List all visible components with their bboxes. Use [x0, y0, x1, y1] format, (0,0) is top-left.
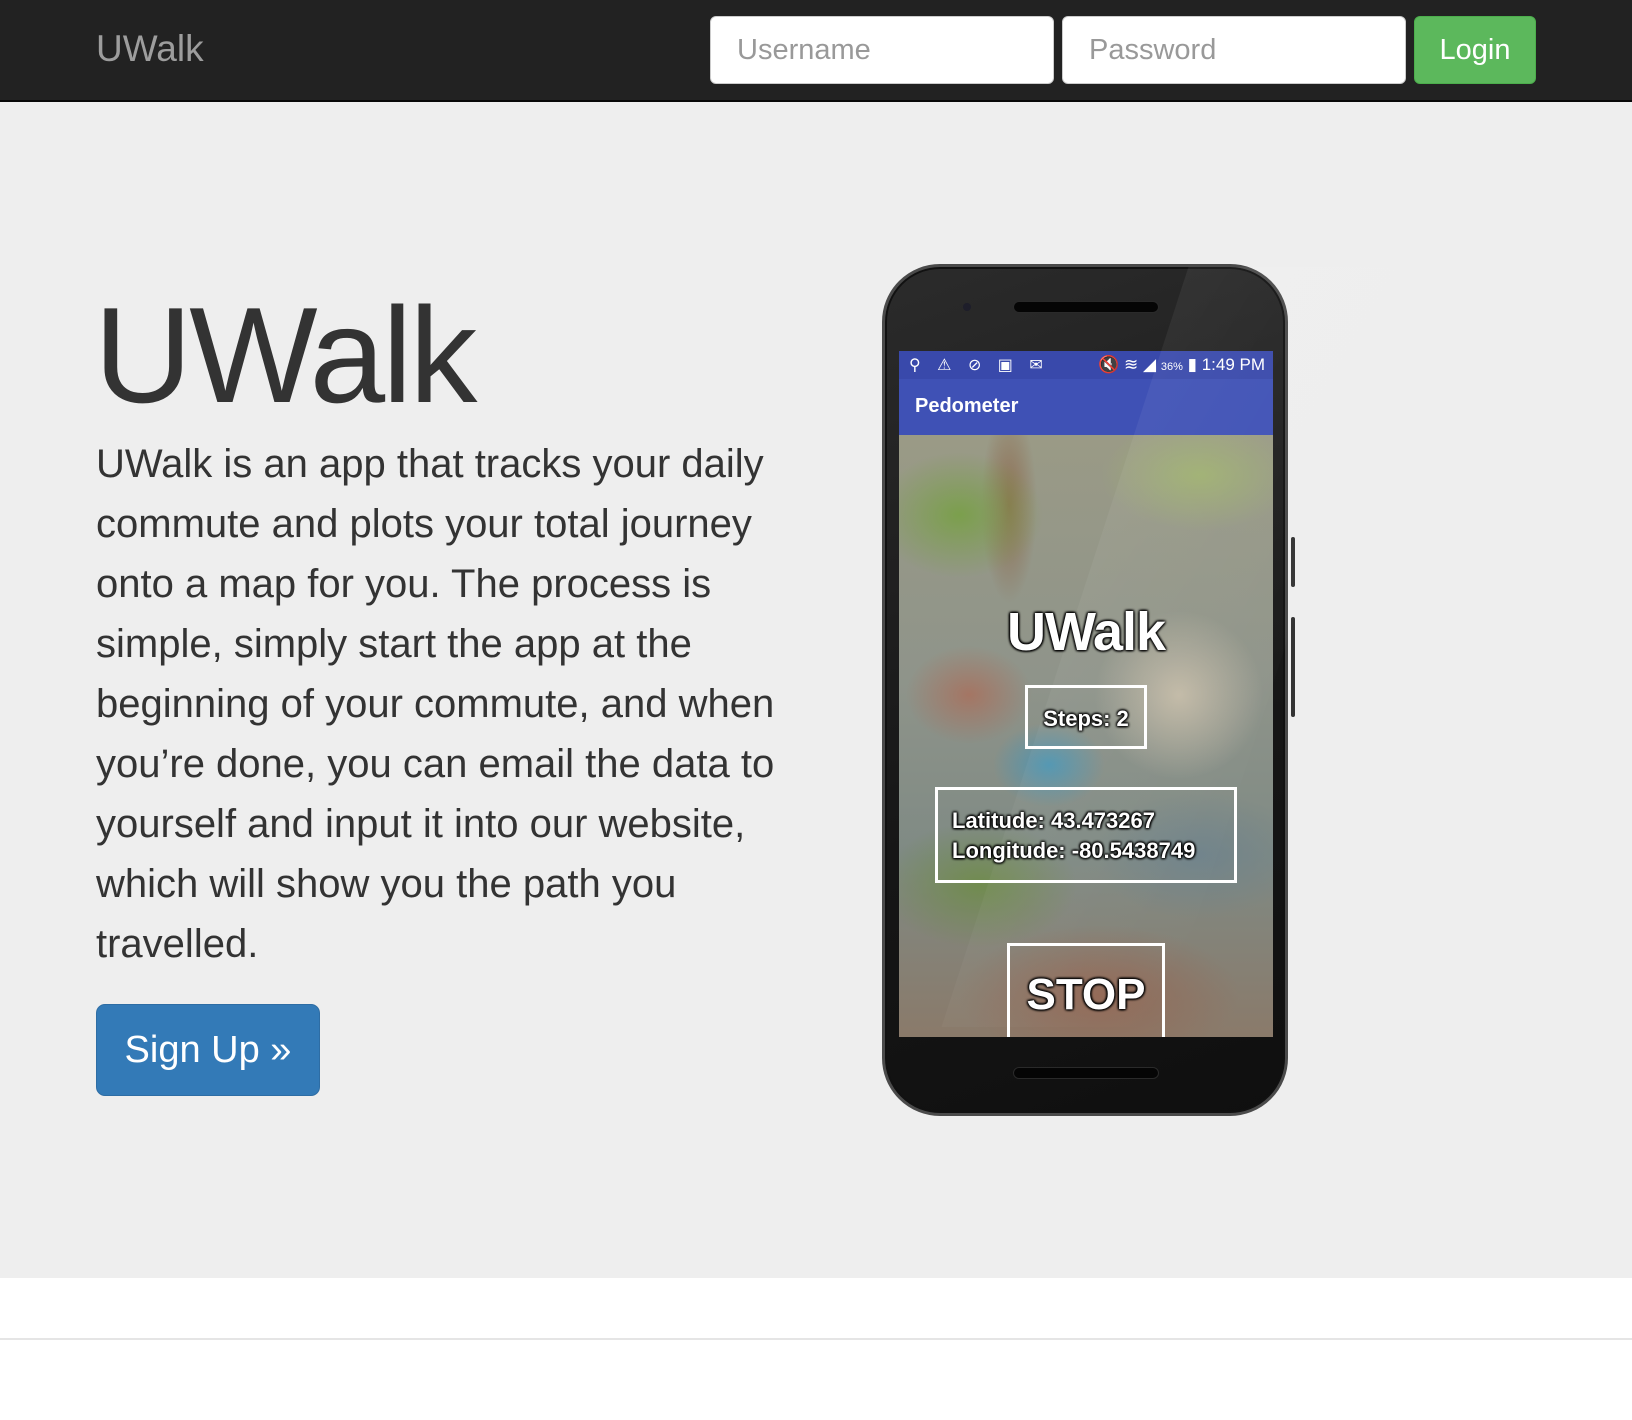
steps-counter: Steps: 2	[1043, 706, 1129, 731]
top-navbar: UWalk Login	[0, 0, 1632, 102]
status-time: 1:49 PM	[1201, 355, 1265, 374]
stop-button[interactable]: STOP	[1007, 943, 1165, 1037]
password-input[interactable]	[1062, 16, 1406, 84]
stop-button-label: STOP	[1026, 970, 1146, 1019]
app-background-image: UWalk Steps: 2 Latitude: 43.473267 Longi…	[899, 435, 1273, 1037]
longitude-readout: Longitude: -80.5438749	[952, 838, 1196, 863]
footer-divider	[0, 1338, 1632, 1340]
coordinates-box: Latitude: 43.473267 Longitude: -80.54387…	[935, 787, 1237, 883]
brand-link[interactable]: UWalk	[96, 26, 204, 72]
phone-bottom-speaker	[1013, 1067, 1159, 1079]
status-right: 🔇 ≋ ◢ 36% ▮ 1:49 PM	[1098, 355, 1265, 375]
app-logo-title: UWalk	[1006, 602, 1166, 662]
phone-volume-button	[1291, 617, 1295, 717]
battery-icon: ▮	[1187, 355, 1197, 374]
app-bar: Pedometer	[899, 379, 1273, 435]
hero-description: UWalk is an app that tracks your daily c…	[96, 442, 775, 966]
phone-mockup: ⚲ ⚠ ⊘ ▣ ✉ 🔇 ≋ ◢ 36% ▮ 1:49 PM Pedometer …	[882, 264, 1409, 1116]
phone-top-speaker	[1013, 301, 1159, 313]
latitude-readout: Latitude: 43.473267	[952, 808, 1155, 833]
phone-camera	[963, 303, 971, 311]
signal-icons: 🔇 ≋ ◢	[1098, 355, 1157, 374]
steps-counter-box: Steps: 2	[1025, 685, 1147, 749]
phone-side-button	[1291, 537, 1295, 587]
login-button[interactable]: Login	[1414, 16, 1536, 84]
hero-title: UWalk	[94, 279, 477, 431]
battery-percent: 36%	[1160, 361, 1183, 373]
jumbotron: UWalk UWalk is an app that tracks your d…	[0, 102, 1632, 1278]
sign-up-button[interactable]: Sign Up »	[96, 1004, 320, 1096]
app-bar-title: Pedometer	[915, 395, 1019, 417]
username-input[interactable]	[710, 16, 1054, 84]
android-status-bar: ⚲ ⚠ ⊘ ▣ ✉ 🔇 ≋ ◢ 36% ▮ 1:49 PM	[899, 351, 1273, 379]
phone-screen: ⚲ ⚠ ⊘ ▣ ✉ 🔇 ≋ ◢ 36% ▮ 1:49 PM Pedometer …	[899, 351, 1273, 1037]
notification-icons: ⚲ ⚠ ⊘ ▣ ✉	[909, 357, 1049, 374]
